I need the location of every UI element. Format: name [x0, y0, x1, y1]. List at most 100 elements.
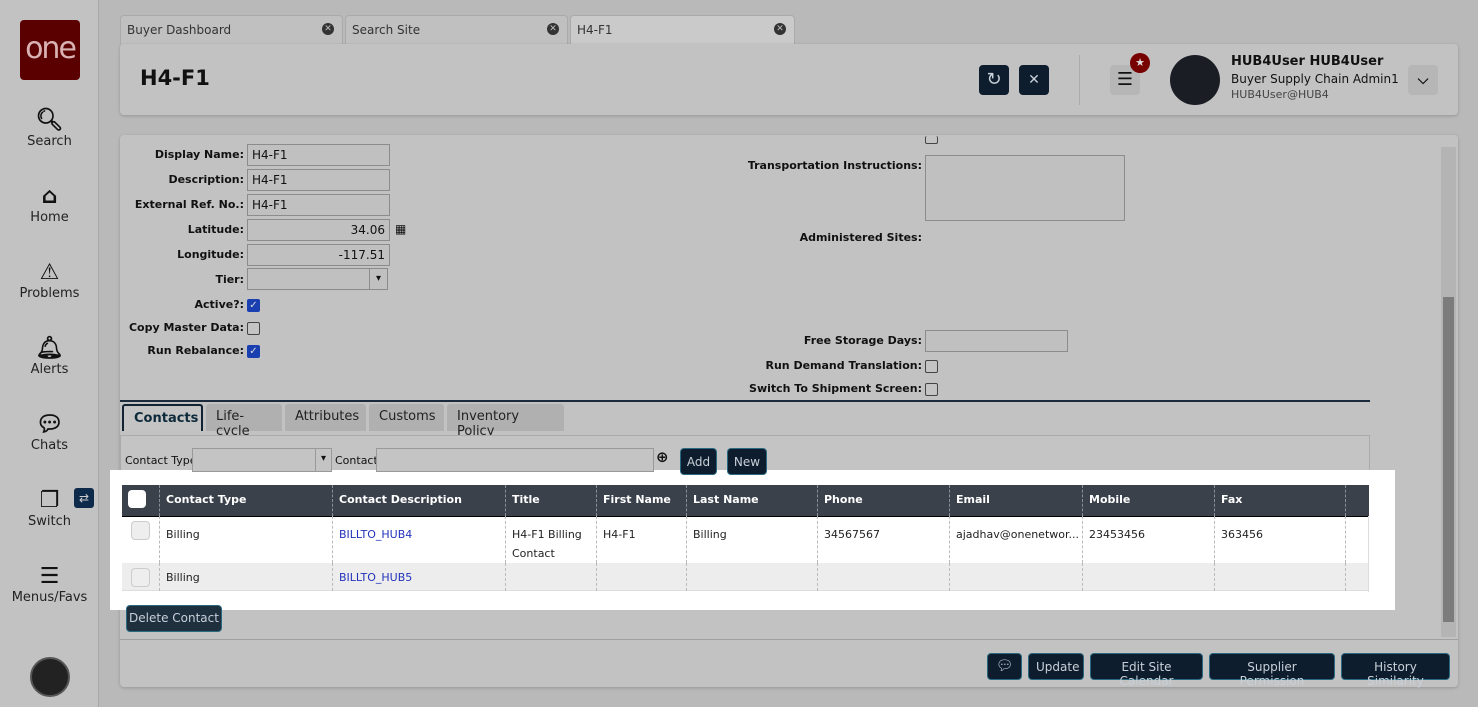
divider: [1079, 55, 1080, 105]
table-cell: Billing: [160, 516, 333, 563]
active-label: Active?:: [194, 298, 244, 311]
table-cell: [597, 563, 687, 591]
contact-description-link[interactable]: BILLTO_HUB4: [333, 516, 506, 563]
table-cell: 23453456: [1083, 516, 1215, 563]
table-cell: [818, 563, 950, 591]
close-button[interactable]: ✕: [1019, 65, 1049, 95]
sidebar: one 🔍︎ Search ⌂ Home ⚠︎ Problems 🔔︎ Alerts 💬…: [0, 0, 99, 707]
contact-label: Contact: [335, 454, 378, 467]
favorite-star-icon[interactable]: ★: [1130, 53, 1150, 73]
chat-button[interactable]: 💬︎: [987, 653, 1022, 680]
contact-type-label: Contact Type: [125, 454, 197, 467]
column-header[interactable]: Last Name: [687, 485, 818, 516]
close-icon[interactable]: ✕: [774, 23, 786, 35]
external-ref-label: External Ref. No.:: [134, 198, 244, 211]
refresh-icon: ↻: [986, 69, 1002, 90]
switch-badge-icon[interactable]: ⇄: [74, 488, 94, 508]
tier-select[interactable]: ▾: [247, 268, 388, 290]
tab-inventory-policy[interactable]: Inventory Policy: [447, 404, 564, 439]
bell-icon: 🔔︎: [35, 336, 64, 361]
scrollbar-thumb[interactable]: [1443, 297, 1454, 622]
column-header[interactable]: Contact Type: [160, 485, 333, 516]
table-cell: H4-F1: [597, 516, 687, 563]
run-rebalance-checkbox[interactable]: ✓: [247, 345, 260, 358]
column-header[interactable]: Phone: [818, 485, 950, 516]
latitude-field[interactable]: 34.06: [247, 219, 390, 241]
run-demand-checkbox[interactable]: [925, 360, 938, 373]
is-public-checkbox[interactable]: [925, 136, 938, 144]
column-header[interactable]: Contact Description: [333, 485, 506, 516]
table-cell: [687, 563, 818, 591]
tab-search-site[interactable]: Search Site ✕: [345, 15, 568, 44]
menu-icon: ☰: [39, 564, 60, 589]
tab-h4-f1[interactable]: H4-F1 ✕: [570, 15, 795, 44]
close-icon[interactable]: ✕: [547, 23, 559, 35]
free-storage-label: Free Storage Days:: [803, 334, 922, 347]
copy-master-checkbox[interactable]: [247, 322, 260, 335]
add-button[interactable]: Add: [680, 448, 717, 475]
transport-textarea[interactable]: [925, 155, 1125, 221]
update-button[interactable]: Update: [1028, 653, 1084, 680]
column-header[interactable]: Fax: [1215, 485, 1346, 516]
history-similarity-button[interactable]: History Similarity: [1341, 653, 1450, 688]
close-icon[interactable]: ✕: [322, 23, 334, 35]
tab-contacts[interactable]: Contacts: [122, 404, 203, 431]
description-label: Description:: [168, 173, 244, 186]
switch-shipment-checkbox[interactable]: [925, 383, 938, 396]
longitude-label: Longitude:: [177, 248, 244, 261]
column-header-extra: [1346, 485, 1369, 516]
new-button[interactable]: New: [727, 448, 767, 475]
scrollbar[interactable]: [1441, 147, 1456, 637]
column-header[interactable]: Email: [950, 485, 1083, 516]
run-demand-label: Run Demand Translation:: [765, 359, 922, 372]
refresh-button[interactable]: ↻: [979, 65, 1009, 95]
logo[interactable]: one: [20, 20, 80, 80]
cell-separator: [122, 563, 160, 591]
run-rebalance-label: Run Rebalance:: [147, 344, 244, 357]
switch-shipment-label: Switch To Shipment Screen:: [749, 382, 922, 395]
external-ref-field[interactable]: H4-F1: [247, 194, 390, 216]
tier-label: Tier:: [215, 273, 244, 286]
zoom-search-icon[interactable]: ⊕: [656, 448, 669, 466]
tab-customs[interactable]: Customs: [369, 404, 444, 431]
sidebar-item-search[interactable]: 🔍︎ Search: [0, 108, 99, 149]
contact-description-link[interactable]: BILLTO_HUB5: [333, 563, 506, 591]
sidebar-item-chats[interactable]: 💬︎ Chats: [0, 412, 99, 453]
supplier-permission-button[interactable]: Supplier Permission: [1209, 653, 1335, 688]
cell-separator: [122, 516, 160, 563]
free-storage-field[interactable]: [925, 330, 1068, 352]
column-header[interactable]: Title: [506, 485, 597, 516]
edit-site-calendar-button[interactable]: Edit Site Calendar: [1090, 653, 1203, 688]
sidebar-item-alerts[interactable]: 🔔︎ Alerts: [0, 336, 99, 377]
avatar[interactable]: [1170, 55, 1220, 105]
chevron-down-icon: ⌵: [1417, 72, 1429, 88]
select-all-checkbox[interactable]: [128, 490, 146, 508]
contact-input[interactable]: [376, 448, 654, 472]
user-name: HUB4User HUB4User: [1231, 54, 1384, 69]
table-cell: Billing: [160, 563, 333, 591]
chat-icon: 💬︎: [35, 412, 64, 437]
tab-life-cycle[interactable]: Life-cycle: [206, 404, 282, 439]
map-icon[interactable]: ▦: [395, 222, 406, 236]
table-cell: 34567567: [818, 516, 950, 563]
column-header[interactable]: First Name: [597, 485, 687, 516]
column-header[interactable]: Mobile: [1083, 485, 1215, 516]
table-cell: 363456: [1215, 516, 1346, 563]
sidebar-item-problems[interactable]: ⚠︎ Problems: [0, 260, 99, 301]
active-checkbox[interactable]: ✓: [247, 299, 260, 312]
table-cell: [1215, 563, 1346, 591]
sidebar-item-home[interactable]: ⌂ Home: [0, 184, 99, 225]
menu-icon: ☰: [1116, 69, 1134, 90]
longitude-field[interactable]: -117.51: [247, 244, 390, 266]
tab-buyer-dashboard[interactable]: Buyer Dashboard ✕: [120, 15, 343, 44]
display-name-field[interactable]: H4-F1: [247, 144, 390, 166]
table-cell: [1083, 563, 1215, 591]
delete-contact-button[interactable]: Delete Contact: [126, 605, 222, 632]
user-menu-button[interactable]: ⌵: [1408, 65, 1438, 95]
assistant-avatar[interactable]: [30, 657, 70, 697]
chevron-down-icon: ▾: [369, 269, 387, 289]
contact-type-select[interactable]: ▾: [192, 448, 332, 472]
description-field[interactable]: H4-F1: [247, 169, 390, 191]
sidebar-item-menus[interactable]: ☰ Menus/Favs: [0, 564, 99, 605]
tab-attributes[interactable]: Attributes: [285, 404, 366, 431]
